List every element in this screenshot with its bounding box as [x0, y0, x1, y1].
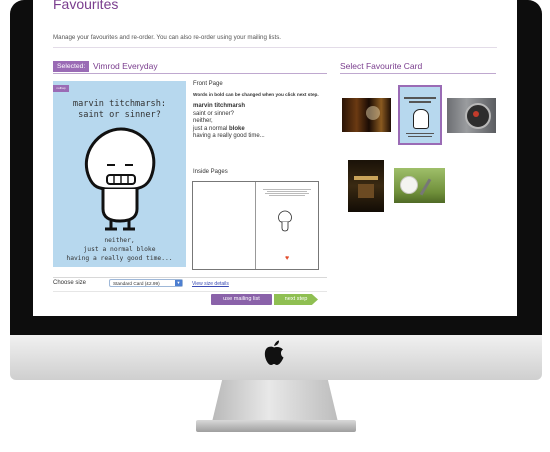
favourite-thumbnail-marvin[interactable] — [398, 85, 442, 145]
favourite-thumbnail-pints[interactable] — [342, 98, 391, 132]
message-line: saint or sinner? — [193, 110, 235, 117]
card-tagline: neither, just a normal bloke having a re… — [66, 237, 173, 262]
card-front-preview: nolhap marvin titchmarsh: saint or sinne… — [53, 81, 186, 267]
selected-card-name: Vimrod Everyday — [93, 61, 158, 71]
card-headline: marvin titchmarsh: saint or sinner? — [72, 99, 167, 120]
inside-pages-label: Inside Pages — [193, 169, 228, 175]
next-step-button[interactable]: next step — [274, 294, 318, 305]
size-select[interactable]: Standard Card (£2.99) ▼ — [109, 279, 183, 287]
monitor-foot — [196, 420, 356, 432]
selected-header: Selected: Vimrod Everyday — [53, 61, 327, 74]
divider — [53, 291, 327, 292]
selected-badge: Selected: — [53, 61, 90, 72]
view-size-details-link[interactable]: View size details — [192, 281, 229, 287]
favourites-heading: Select Favourite Card — [340, 61, 496, 74]
screen: Favourites Manage your favourites and re… — [33, 0, 517, 316]
front-page-label: Front Page — [193, 81, 223, 87]
editable-name[interactable]: marvin titchmarsh — [193, 103, 245, 109]
heart-icon: ♥ — [285, 255, 290, 262]
use-mailing-list-button[interactable]: use mailing list — [211, 294, 272, 305]
page-fold — [255, 182, 256, 269]
editable-word[interactable]: bloke — [229, 126, 245, 132]
inside-text-block — [263, 188, 311, 197]
message-line: just a normal — [193, 125, 230, 132]
page-title: Favourites — [53, 0, 119, 12]
brand-tag: nolhap — [53, 85, 69, 92]
character-illustration — [81, 125, 159, 240]
size-select-value: Standard Card (£2.99) — [113, 281, 160, 286]
monitor-stand — [212, 380, 338, 422]
size-label: Choose size — [53, 280, 87, 286]
message-line: neither, — [193, 118, 213, 125]
page-intro: Manage your favourites and re-order. You… — [53, 34, 282, 41]
chevron-down-icon[interactable]: ▼ — [175, 280, 182, 286]
favourite-thumbnail-dartboard[interactable] — [447, 98, 496, 133]
apple-logo-icon — [262, 339, 286, 372]
front-page-message: marvin titchmarsh saint or sinner? neith… — [193, 103, 265, 141]
divider — [53, 277, 327, 278]
message-line: having a really good time... — [193, 133, 265, 140]
favourite-thumbnail-golf[interactable] — [394, 168, 445, 203]
divider — [53, 47, 497, 48]
editable-note: Words in bold can be changed when you cl… — [193, 92, 319, 97]
mini-character-icon — [277, 210, 293, 239]
inside-pages-preview: ♥ — [192, 181, 319, 270]
favourite-thumbnail-poster[interactable] — [348, 160, 384, 212]
